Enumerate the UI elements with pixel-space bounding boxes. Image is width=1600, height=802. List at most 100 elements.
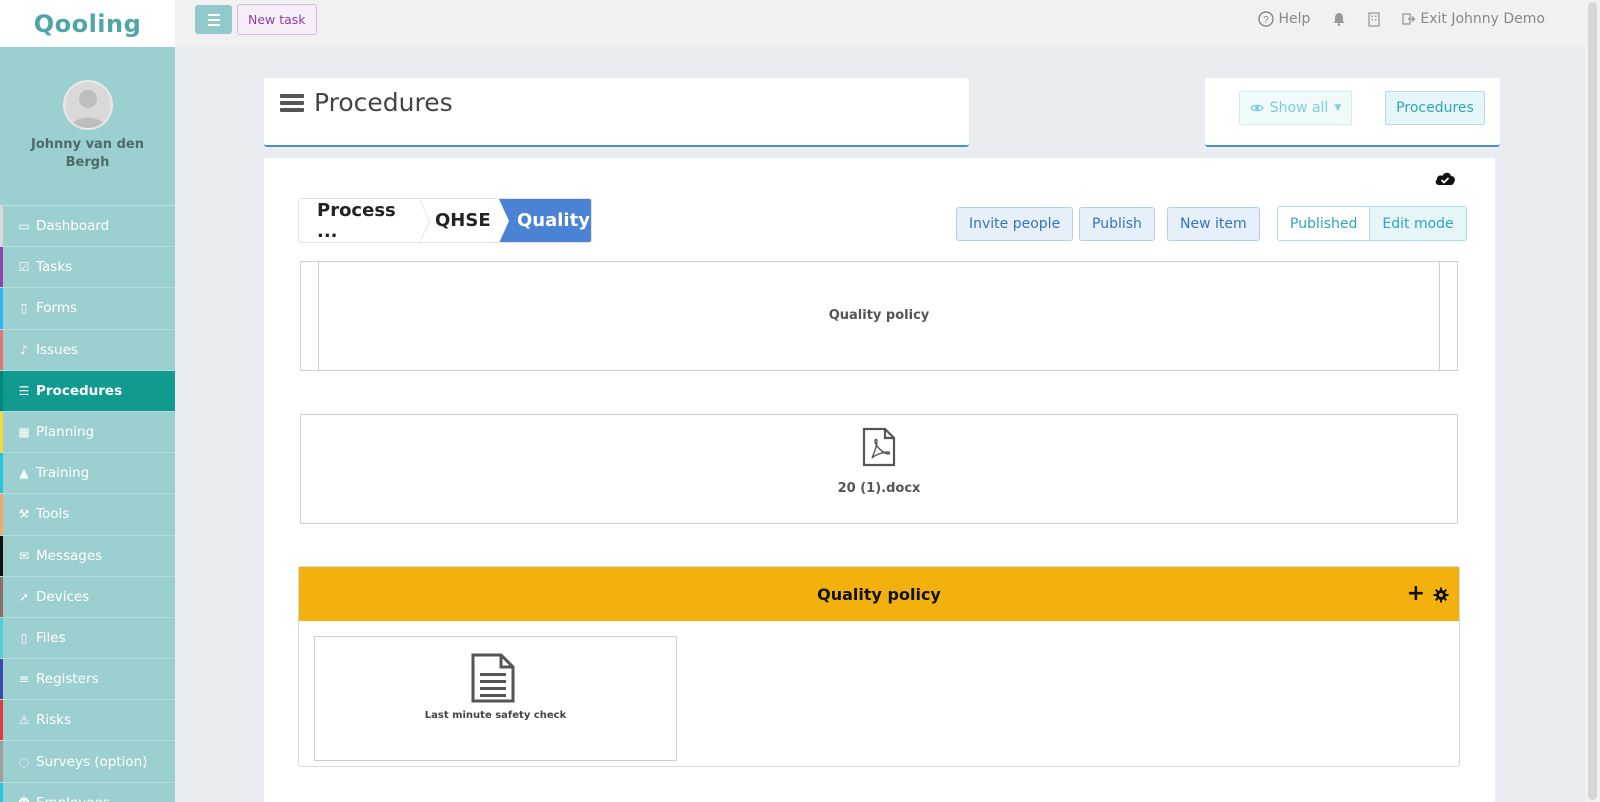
exit-demo-link[interactable]: Exit Johnny Demo	[1402, 11, 1545, 27]
sidebar-item-messages[interactable]: ✉ Messages	[0, 535, 175, 577]
page-scrollbar[interactable]	[1585, 0, 1600, 802]
breadcrumb: Process ... QHSE Quality	[298, 198, 592, 243]
document-icon	[471, 653, 515, 703]
sidebar-item-surveys-option[interactable]: ◌ Surveys (option)	[0, 741, 175, 783]
sidebar-color-stripe	[0, 535, 3, 576]
comment-icon: ◌	[18, 754, 30, 769]
cloud-check-icon[interactable]	[1434, 170, 1456, 186]
sidebar-item-devices[interactable]: ➚ Devices	[0, 576, 175, 618]
sidebar-item-label: Employees	[36, 795, 110, 802]
section-header: Quality policy +	[299, 567, 1459, 621]
file-icon: ▯	[20, 301, 28, 316]
published-toggle[interactable]: Published	[1278, 207, 1370, 240]
sidebar-item-training[interactable]: ▲ Training	[0, 453, 175, 495]
sidebar-item-label: Files	[36, 629, 66, 646]
eye-icon	[1249, 104, 1264, 112]
avatar[interactable]	[62, 80, 113, 130]
sidebar-item-label: Issues	[36, 341, 78, 358]
breadcrumb-label: QHSE	[435, 210, 491, 231]
gear-icon[interactable]	[1433, 587, 1449, 603]
bell-icon: ♪	[20, 342, 28, 357]
sidebar-item-label: Forms	[36, 300, 78, 317]
quality-policy-box[interactable]: Quality policy	[300, 261, 1458, 371]
sidebar-item-label: Dashboard	[36, 218, 110, 235]
checkbox-icon: ☑	[18, 260, 30, 275]
list-icon: ≡	[18, 672, 30, 687]
breadcrumb-item-quality[interactable]: Quality	[499, 199, 591, 242]
sidebar-item-files[interactable]: ▯ Files	[0, 617, 175, 660]
sidebar-item-label: Procedures	[36, 382, 123, 399]
sidebar-color-stripe	[0, 494, 3, 535]
notifications-button[interactable]	[1332, 12, 1346, 26]
invite-people-button[interactable]: Invite people	[956, 207, 1074, 241]
breadcrumb-item-qhse[interactable]: QHSE	[419, 199, 499, 242]
sidebar-color-stripe	[0, 288, 3, 329]
sidebar: Qooling Johnny van den Bergh ▭ Dashboard ☑…	[0, 0, 175, 802]
envelope-icon: ✉	[18, 548, 30, 563]
user-silhouette-icon	[64, 82, 111, 128]
document-tile[interactable]: Last minute safety check	[314, 636, 677, 761]
monitor-icon: ▭	[18, 219, 30, 234]
page-title-card: Procedures	[264, 78, 969, 147]
sidebar-item-dashboard[interactable]: ▭ Dashboard	[0, 206, 175, 248]
building-icon	[1368, 11, 1381, 27]
sidebar-item-employees[interactable]: ☻ Employees	[0, 782, 175, 802]
scrollbar-thumb[interactable]	[1588, 2, 1597, 800]
sidebar-item-label: Planning	[36, 424, 95, 441]
sign-out-icon	[1402, 13, 1416, 25]
publish-button[interactable]: Publish	[1079, 207, 1155, 241]
file-name-label: 20 (1).docx	[837, 481, 921, 496]
question-circle-icon: ?	[1258, 11, 1275, 27]
svg-text:?: ?	[1264, 15, 1270, 26]
file-attachment-box[interactable]: 20 (1).docx	[300, 414, 1458, 524]
sidebar-item-label: Tools	[36, 506, 70, 523]
breadcrumb-arrow	[499, 199, 509, 242]
sidebar-item-label: Messages	[36, 547, 103, 564]
sidebar-color-stripe	[0, 576, 3, 617]
sidebar-color-stripe	[0, 617, 3, 659]
sidebar-color-stripe	[0, 453, 3, 494]
building-button[interactable]	[1368, 11, 1381, 27]
edit-mode-toggle[interactable]: Edit mode	[1369, 207, 1466, 240]
help-link[interactable]: ? Help	[1258, 11, 1310, 27]
sidebar-item-tasks[interactable]: ☑ Tasks	[0, 247, 175, 289]
new-item-button[interactable]: New item	[1167, 207, 1260, 241]
procedures-button[interactable]: Procedures	[1385, 91, 1485, 125]
user-name: Johnny van den Bergh	[31, 137, 144, 170]
plus-icon[interactable]: +	[1407, 583, 1425, 605]
sidebar-item-forms[interactable]: ▯ Forms	[0, 288, 175, 330]
app-logo[interactable]: Qooling	[34, 10, 142, 38]
sidebar-color-stripe	[0, 659, 3, 700]
users-icon: ☻	[16, 796, 32, 802]
header-actions-card: Show all ▼ Procedures	[1205, 78, 1500, 147]
show-all-dropdown[interactable]: Show all ▼	[1239, 91, 1352, 125]
procedures-icon: ☰	[18, 383, 30, 398]
sidebar-item-procedures[interactable]: ☰ Procedures	[0, 370, 175, 412]
sidebar-color-stripe	[0, 247, 3, 288]
mode-toggle: Published Edit mode	[1277, 206, 1467, 241]
breadcrumb-label: Process ...	[317, 199, 396, 242]
section-title: Quality policy	[817, 584, 941, 604]
sidebar-item-risks[interactable]: ⚠ Risks	[0, 700, 175, 742]
menu-toggle-button[interactable]	[195, 5, 232, 34]
sidebar-color-stripe	[0, 411, 3, 453]
rocket-icon: ➚	[18, 589, 30, 604]
sidebar-item-label: Risks	[36, 712, 72, 729]
quality-policy-section: Quality policy + Last minute safety chec…	[298, 566, 1460, 767]
sidebar-nav: ▭ Dashboard ☑ Tasks ▯ Forms ♪ Issues ☰ Procedures…	[0, 206, 175, 802]
sidebar-item-label: Surveys (option)	[36, 753, 148, 770]
wrench-icon: ⚒	[18, 507, 30, 522]
sidebar-item-planning[interactable]: ▦ Planning	[0, 411, 175, 454]
breadcrumb-item-process[interactable]: Process ...	[299, 199, 430, 242]
user-profile: Johnny van den Bergh	[0, 47, 175, 206]
sidebar-item-registers[interactable]: ≡ Registers	[0, 659, 175, 701]
sidebar-item-label: Devices	[36, 588, 90, 605]
top-right-menu: ? Help Exit Johnny Demo	[1258, 0, 1545, 38]
sidebar-color-stripe	[0, 329, 3, 370]
sidebar-item-issues[interactable]: ♪ Issues	[0, 329, 175, 371]
exit-label: Exit Johnny Demo	[1420, 11, 1545, 27]
main-panel: Process ... QHSE Quality Invite people P…	[264, 158, 1495, 802]
sidebar-item-tools[interactable]: ⚒ Tools	[0, 494, 175, 536]
new-task-button[interactable]: New task	[237, 4, 317, 35]
help-label: Help	[1278, 11, 1311, 27]
